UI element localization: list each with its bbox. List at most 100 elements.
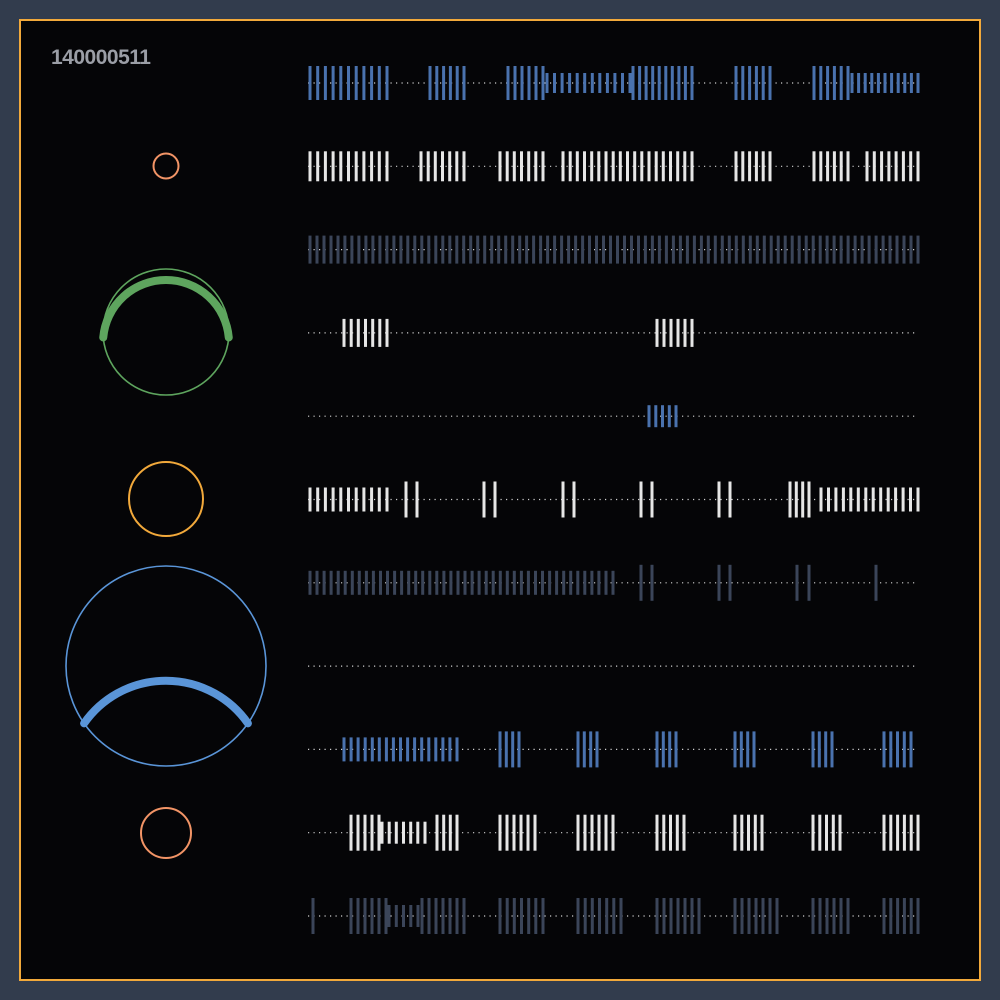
track-bar: [546, 235, 550, 264]
track-bar: [455, 737, 459, 762]
track-bar: [788, 481, 792, 518]
track-bar: [349, 318, 353, 347]
track-bar: [512, 570, 516, 595]
track-bar: [407, 570, 411, 595]
track-bar: [776, 235, 780, 264]
track-bar: [428, 66, 432, 100]
track-bar: [519, 814, 523, 851]
track-bar: [505, 814, 509, 851]
track-bar: [377, 487, 381, 512]
track-bar: [356, 318, 360, 347]
track-bar: [323, 487, 327, 512]
track-bar: [448, 66, 452, 100]
track-bar: [413, 737, 417, 762]
track-bar: [790, 235, 794, 264]
track-bar: [590, 898, 594, 934]
track-bar: [590, 73, 594, 93]
track-bar: [812, 66, 816, 100]
track-bar: [434, 737, 438, 762]
track-bar: [399, 737, 402, 762]
track-bar: [589, 731, 593, 768]
track-bar: [870, 73, 874, 93]
track-bar: [308, 487, 312, 512]
track-bar: [853, 235, 857, 264]
track-bar: [342, 318, 346, 347]
track-bar: [583, 570, 587, 595]
track-bar: [572, 481, 576, 518]
track-bar: [619, 898, 623, 934]
track-bar: [733, 898, 737, 934]
track-bar: [654, 405, 658, 428]
track-bar: [526, 570, 530, 595]
track-bar: [896, 898, 900, 934]
track-bar: [650, 481, 654, 518]
track-bar: [807, 564, 811, 601]
track-bar: [419, 151, 423, 182]
track-bar: [839, 235, 843, 264]
track-bar: [740, 898, 744, 934]
track-bar: [595, 731, 599, 768]
track-bar: [433, 151, 437, 182]
track-bar: [825, 898, 829, 934]
track-bar: [650, 564, 654, 601]
track-bar: [576, 814, 580, 851]
track-bar: [560, 73, 564, 93]
track-bar: [676, 151, 680, 182]
track-bar: [783, 235, 787, 264]
track-bar: [362, 487, 366, 512]
track-bar: [415, 481, 419, 518]
track-bar: [753, 814, 757, 851]
track-bar: [329, 570, 333, 595]
track-bar: [801, 481, 805, 518]
track-bar: [755, 235, 759, 264]
track-bar: [825, 235, 829, 264]
track-bar: [448, 151, 452, 182]
track-bar: [818, 814, 822, 851]
track-bar: [539, 235, 543, 264]
track-bar: [316, 151, 320, 182]
track-bar: [864, 487, 868, 512]
track-bar: [748, 235, 752, 264]
track-bar: [856, 487, 860, 512]
track-bar: [669, 814, 672, 851]
track-bar: [561, 151, 565, 182]
track-bar: [794, 481, 798, 518]
track-bar: [470, 570, 474, 595]
track-bar: [902, 731, 906, 768]
track-bar: [834, 487, 838, 512]
track-bar: [511, 235, 515, 264]
track-bar: [598, 73, 602, 93]
track-bar: [734, 151, 738, 182]
track-bar: [761, 898, 765, 934]
track-bar: [384, 737, 388, 762]
track-bar: [387, 905, 391, 927]
track-bar: [664, 235, 668, 264]
track-bar: [545, 73, 549, 93]
track-bar: [676, 898, 680, 934]
track-bar: [860, 235, 864, 264]
track-bar: [497, 235, 501, 264]
track-bar: [697, 898, 701, 934]
track-bar: [560, 235, 564, 264]
track-bar: [846, 235, 850, 264]
ring-green: [102, 268, 230, 396]
track-bar: [364, 318, 367, 347]
track-bar: [611, 570, 615, 595]
track-bar: [674, 405, 678, 428]
track-bar: [621, 73, 624, 93]
track-bar: [664, 66, 668, 100]
track-bar: [527, 898, 531, 934]
track-bar: [442, 66, 446, 100]
track-bar: [616, 235, 619, 264]
track-bar: [637, 235, 640, 264]
track-bar: [349, 898, 353, 934]
track-bar: [754, 898, 758, 934]
track-bar: [518, 235, 522, 264]
track-bar: [336, 235, 340, 264]
track-bar: [896, 73, 900, 93]
track-bar: [484, 570, 488, 595]
track-bar: [315, 570, 319, 595]
track-bar: [650, 235, 654, 264]
track-bar: [428, 570, 432, 595]
track-bar: [747, 814, 750, 851]
